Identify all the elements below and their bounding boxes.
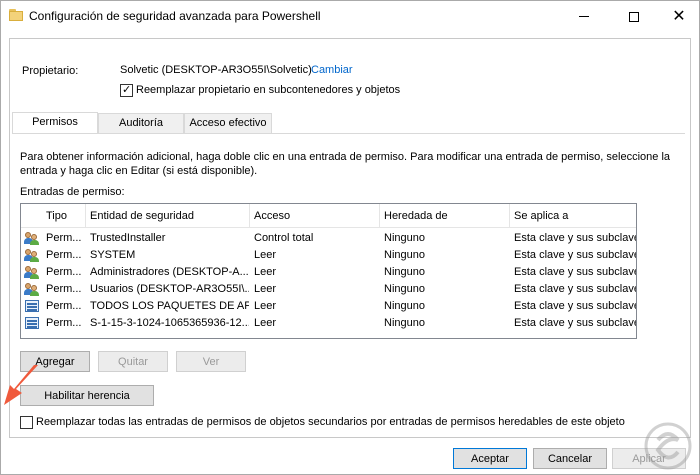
entries-label: Entradas de permiso: xyxy=(20,186,125,198)
cell-acceso: Leer xyxy=(254,317,277,329)
cell-heredada: Ninguno xyxy=(384,232,425,244)
cell-tipo: Perm... xyxy=(46,317,82,329)
column-header-aplica[interactable]: Se aplica a xyxy=(509,204,636,228)
annotation-arrow-icon xyxy=(4,365,38,405)
users-icon xyxy=(24,248,40,262)
cell-heredada: Ninguno xyxy=(384,266,425,278)
column-header-heredada[interactable]: Heredada de xyxy=(379,204,509,228)
maximize-button[interactable] xyxy=(611,1,657,32)
cell-tipo: Perm... xyxy=(46,266,82,278)
window-title: Configuración de seguridad avanzada para… xyxy=(29,9,321,23)
replace-owner-checkbox[interactable] xyxy=(120,83,133,97)
cell-acceso: Leer xyxy=(254,283,277,295)
watermark-logo-icon xyxy=(644,422,692,470)
table-row[interactable]: Perm... TODOS LOS PAQUETES DE AP... Leer Ni… xyxy=(21,298,636,315)
cell-entidad: Administradores (DESKTOP-A... xyxy=(90,266,249,278)
cancel-button[interactable]: Cancelar xyxy=(533,448,607,469)
users-icon xyxy=(24,282,40,296)
cell-tipo: Perm... xyxy=(46,283,82,295)
cell-entidad: TODOS LOS PAQUETES DE AP... xyxy=(90,300,249,312)
table-row[interactable]: Perm... S-1-15-3-1024-1065365936-12... Lee… xyxy=(21,315,636,332)
cell-acceso: Control total xyxy=(254,232,314,244)
column-header-entidad[interactable]: Entidad de seguridad xyxy=(85,204,249,228)
title-bar: Configuración de seguridad avanzada para… xyxy=(1,1,699,32)
cell-entidad: Usuarios (DESKTOP-AR3O55I\... xyxy=(90,283,249,295)
view-button[interactable]: Ver xyxy=(176,351,246,372)
cell-aplica: Esta clave y sus subclaves xyxy=(514,300,636,312)
cell-heredada: Ninguno xyxy=(384,300,425,312)
tab-auditoria[interactable]: Auditoría xyxy=(98,113,184,133)
folder-icon xyxy=(9,9,23,21)
tab-permisos[interactable]: Permisos xyxy=(12,112,98,133)
table-row[interactable]: Perm... SYSTEM Leer Ninguno Esta clave y sus… xyxy=(21,247,636,264)
cell-tipo: Perm... xyxy=(46,249,82,261)
column-header-acceso[interactable]: Acceso xyxy=(249,204,379,228)
column-header-tipo[interactable]: Tipo xyxy=(41,204,85,228)
cell-heredada: Ninguno xyxy=(384,317,425,329)
owner-value: Solvetic (DESKTOP-AR3O55I\Solvetic) xyxy=(120,64,312,76)
cell-acceso: Leer xyxy=(254,300,277,312)
cell-aplica: Esta clave y sus subclaves xyxy=(514,232,636,244)
cell-aplica: Esta clave y sus subclaves xyxy=(514,249,636,261)
cell-heredada: Ninguno xyxy=(384,249,425,261)
cell-acceso: Leer xyxy=(254,249,277,261)
replace-owner-label[interactable]: Reemplazar propietario en subcontenedore… xyxy=(136,84,400,96)
list-header: Tipo Entidad de seguridad Acceso Heredad… xyxy=(21,204,636,228)
cell-tipo: Perm... xyxy=(46,232,82,244)
remove-button[interactable]: Quitar xyxy=(98,351,168,372)
table-row[interactable]: Perm... TrustedInstaller Control total Ning… xyxy=(21,230,636,247)
minimize-icon xyxy=(579,16,589,17)
package-icon xyxy=(24,316,40,330)
permission-entries-list[interactable]: Tipo Entidad de seguridad Acceso Heredad… xyxy=(20,203,637,339)
replace-child-permissions-checkbox[interactable] xyxy=(20,416,33,429)
close-button[interactable]: ✕ xyxy=(656,1,700,32)
maximize-icon xyxy=(629,11,639,22)
cell-tipo: Perm... xyxy=(46,300,82,312)
cell-heredada: Ninguno xyxy=(384,283,425,295)
users-icon xyxy=(24,265,40,279)
info-text: Para obtener información adicional, haga… xyxy=(20,151,670,177)
minimize-button[interactable] xyxy=(561,1,607,32)
cell-aplica: Esta clave y sus subclaves xyxy=(514,317,636,329)
cell-entidad: SYSTEM xyxy=(90,249,136,261)
replace-child-permissions-label[interactable]: Reemplazar todas las entradas de permiso… xyxy=(36,416,625,428)
ok-button[interactable]: Aceptar xyxy=(453,448,527,469)
table-row[interactable]: Perm... Usuarios (DESKTOP-AR3O55I\... Leer… xyxy=(21,281,636,298)
cell-entidad: TrustedInstaller xyxy=(90,232,166,244)
change-owner-link[interactable]: Cambiar xyxy=(311,64,353,76)
table-row[interactable]: Perm... Administradores (DESKTOP-A... Leer… xyxy=(21,264,636,281)
cell-acceso: Leer xyxy=(254,266,277,278)
users-icon xyxy=(24,231,40,245)
cell-aplica: Esta clave y sus subclaves xyxy=(514,283,636,295)
owner-label: Propietario: xyxy=(22,65,79,77)
cell-aplica: Esta clave y sus subclaves xyxy=(514,266,636,278)
package-icon xyxy=(24,299,40,313)
tab-acceso-efectivo[interactable]: Acceso efectivo xyxy=(184,113,272,133)
close-icon: ✕ xyxy=(672,7,686,25)
cell-entidad: S-1-15-3-1024-1065365936-12... xyxy=(90,317,249,329)
